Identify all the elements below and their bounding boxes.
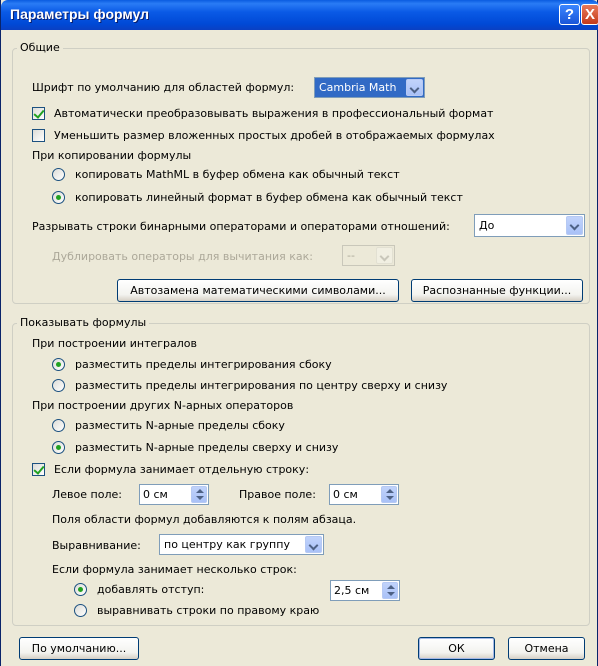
auto-convert-checkbox[interactable] [32,107,45,120]
auto-convert-label[interactable]: Автоматически преобразовывать выражения … [54,107,493,120]
copy-linear-radio[interactable] [52,191,65,204]
reduce-fractions-label[interactable]: Уменьшить размер вложенных простых дробе… [54,129,495,142]
close-button[interactable]: X [581,4,598,25]
nary-heading: При построении других N-арных операторов [32,399,294,412]
break-lines-value: До [479,219,495,232]
chevron-down-icon[interactable] [305,536,322,553]
alignment-select[interactable]: по центру как группу [159,534,324,555]
general-group-label: Общие [17,41,63,54]
align-right-radio[interactable] [74,604,87,617]
chevron-down-icon[interactable] [376,247,393,264]
left-margin-value: 0 см [143,488,168,501]
nary-side-radio[interactable] [52,419,65,432]
integrals-side-radio[interactable] [52,358,65,371]
own-line-checkbox[interactable] [32,463,45,476]
copy-heading: При копировании формулы [32,149,192,162]
left-margin-spinner[interactable]: 0 см [139,484,209,505]
nary-above-radio[interactable] [52,441,65,454]
indent-spinner[interactable]: 2,5 см [330,580,400,601]
title-bar[interactable]: Параметры формул ? X [1,0,598,30]
recognized-functions-button[interactable]: Распознанные функции... [411,279,583,302]
nary-side-label[interactable]: разместить N-арные пределы сбоку [75,419,285,432]
spinner-arrows-icon[interactable] [382,582,398,599]
defaults-button[interactable]: По умолчанию... [19,637,139,660]
integrals-side-label[interactable]: разместить пределы интегрирования сбоку [75,358,332,371]
spinner-arrows-icon[interactable] [191,486,207,503]
copy-mathml-label[interactable]: копировать MathML в буфер обмена как обы… [75,168,400,181]
nary-above-label[interactable]: разместить N-арные пределы сверху и сниз… [75,441,338,454]
ok-button[interactable]: ОК [418,637,495,660]
copy-linear-label[interactable]: копировать линейный формат в буфер обмен… [75,191,463,204]
equation-options-dialog: Параметры формул ? X Общие Шрифт по умол… [0,0,598,666]
own-line-label[interactable]: Если формула занимает отдельную строку: [54,463,309,476]
duplicate-minus-value: -- [347,249,355,262]
right-margin-value: 0 см [333,488,358,501]
align-right-label[interactable]: выравнивать строки по правому краю [97,604,319,617]
alignment-value: по центру как группу [164,538,290,551]
help-button[interactable]: ? [559,4,580,25]
duplicate-minus-label: Дублировать операторы для вычитания как: [52,250,314,263]
dialog-title: Параметры формул [10,6,150,22]
default-font-select[interactable]: Cambria Math [314,77,425,98]
break-lines-select[interactable]: До [474,214,585,237]
chevron-down-icon[interactable] [406,79,423,96]
default-font-label: Шрифт по умолчанию для областей формул: [32,81,295,94]
integrals-center-radio[interactable] [52,379,65,392]
indent-label[interactable]: добавлять отступ: [97,583,204,596]
indent-radio[interactable] [74,583,87,596]
reduce-fractions-checkbox[interactable] [32,129,45,142]
default-font-value: Cambria Math [319,81,397,94]
indent-value: 2,5 см [334,584,370,597]
multiline-heading: Если формула занимает несколько строк: [52,563,297,576]
spinner-arrows-icon[interactable] [381,486,397,503]
left-margin-label: Левое поле: [52,488,122,501]
cancel-button[interactable]: Отмена [508,637,585,660]
integrals-center-label[interactable]: разместить пределы интегрирования по цен… [75,379,447,392]
margins-note: Поля области формул добавляются к полям … [52,513,357,526]
copy-mathml-radio[interactable] [52,168,65,181]
right-margin-label: Правое поле: [239,488,316,501]
alignment-label: Выравнивание: [52,539,141,552]
break-lines-label: Разрывать строки бинарными операторами и… [32,220,450,233]
display-group-label: Показывать формулы [17,316,150,329]
duplicate-minus-select[interactable]: -- [342,245,395,266]
chevron-down-icon[interactable] [566,216,583,235]
right-margin-spinner[interactable]: 0 см [329,484,399,505]
integrals-heading: При построении интегралов [32,337,198,350]
autocorrect-button[interactable]: Автозамена математическими символами... [117,279,399,302]
